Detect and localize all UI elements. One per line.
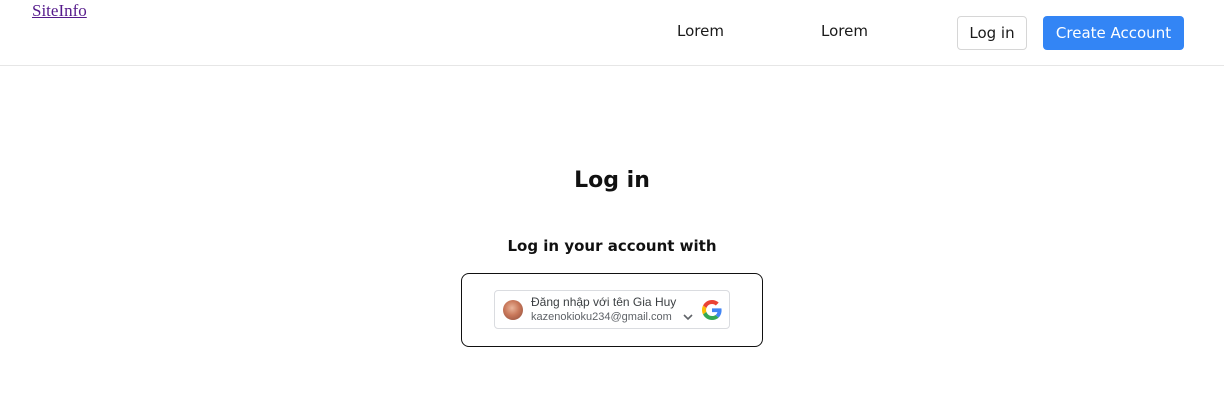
login-button[interactable]: Log in (957, 16, 1027, 50)
chevron-down-icon (683, 314, 693, 321)
create-account-button[interactable]: Create Account (1043, 16, 1184, 50)
google-account-email: kazenokioku234@gmail.com (531, 311, 672, 323)
google-icon (702, 300, 722, 320)
google-account-name: Đăng nhập với tên Gia Huy (531, 295, 677, 309)
top-header: SiteInfo Lorem Lorem Log in Create Accou… (0, 0, 1224, 66)
avatar (503, 300, 523, 320)
login-subtitle: Log in your account with (507, 237, 717, 255)
page-title: Log in (574, 168, 650, 193)
nav-link-lorem-2[interactable]: Lorem (821, 22, 868, 40)
site-info-link[interactable]: SiteInfo (32, 1, 87, 21)
nav-link-lorem-1[interactable]: Lorem (677, 22, 724, 40)
google-signin-button[interactable]: Đăng nhập với tên Gia Huy kazenokioku234… (494, 290, 730, 329)
